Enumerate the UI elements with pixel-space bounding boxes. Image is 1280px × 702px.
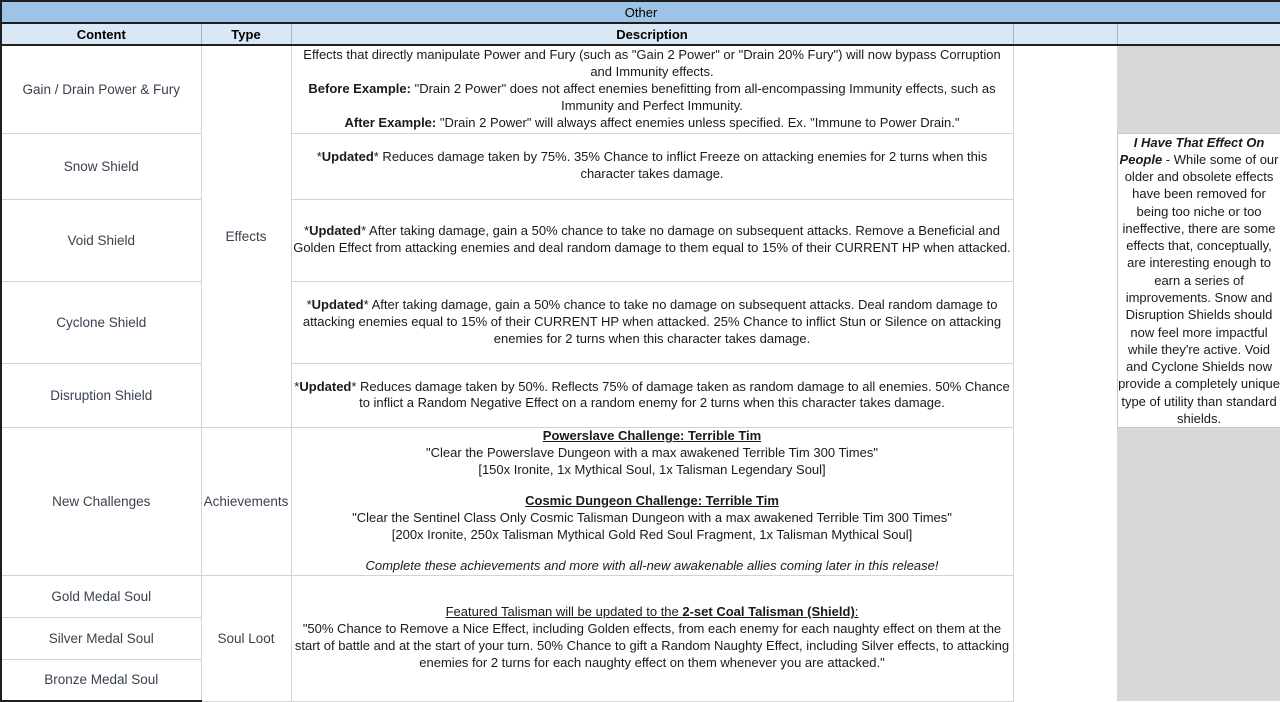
column-header-blank-2[interactable]: [1116, 23, 1280, 46]
row-description[interactable]: *Updated* Reduces damage taken by 75%. 3…: [290, 132, 1014, 200]
column-header-blank-1[interactable]: [1012, 23, 1118, 46]
title-row: Other: [0, 0, 1280, 24]
row-description[interactable]: Powerslave Challenge: Terrible Tim "Clea…: [290, 427, 1014, 576]
row-content-label[interactable]: Void Shield: [0, 198, 202, 282]
column-header-type[interactable]: Type: [200, 23, 292, 46]
spreadsheet-sheet: Other Content Type Description Gain / Dr…: [0, 0, 1280, 702]
desc-line: Effects that directly manipulate Power a…: [303, 47, 1001, 79]
desc-line: *Updated* Reduces damage taken by 75%. 3…: [316, 149, 988, 182]
desc-heading: Powerslave Challenge: Terrible Tim: [542, 428, 762, 444]
table-row: Gain / Drain Power & Fury Effects Effect…: [0, 44, 1280, 702]
row-content-label[interactable]: Snow Shield: [0, 132, 202, 200]
row-type-label[interactable]: Achievements: [200, 427, 292, 576]
desc-spacer: [292, 544, 1013, 558]
desc-line: Complete these achievements and more wit…: [365, 557, 939, 573]
gray-filler-bottom: [1117, 427, 1280, 702]
row-description[interactable]: *Updated* After taking damage, gain a 50…: [290, 198, 1014, 282]
desc-line: Before Example: "Drain 2 Power" does not…: [308, 80, 996, 113]
row-content-label[interactable]: Cyclone Shield: [0, 280, 202, 364]
column-header-description[interactable]: Description: [290, 23, 1014, 46]
gray-filler-top: [1117, 45, 1280, 133]
spacer-column: [1013, 45, 1117, 702]
desc-line: *Updated* After taking damage, gain a 50…: [302, 296, 1002, 346]
desc-line: *Updated* After taking damage, gain a 50…: [293, 223, 1011, 256]
note-body: While some of our older and obsolete eff…: [1118, 151, 1280, 426]
row-description[interactable]: *Updated* After taking damage, gain a 50…: [290, 280, 1014, 364]
desc-line: *Updated* Reduces damage taken by 50%. R…: [294, 378, 1010, 411]
row-content-label[interactable]: Disruption Shield: [0, 362, 202, 429]
section-title: Other: [0, 0, 1280, 24]
row-content-label[interactable]: Gold Medal Soul: [0, 574, 202, 618]
row-type-label[interactable]: Soul Loot: [200, 574, 292, 702]
desc-line: "50% Chance to Remove a Nice Effect, inc…: [294, 621, 1010, 670]
row-description[interactable]: Effects that directly manipulate Power a…: [290, 44, 1014, 134]
patch-notes-table: Other Content Type Description Gain / Dr…: [0, 0, 1280, 702]
designer-note[interactable]: I Have That Effect On People - While som…: [1116, 132, 1280, 429]
desc-heading: Cosmic Dungeon Challenge: Terrible Tim: [525, 492, 779, 508]
row-description[interactable]: Featured Talisman will be updated to the…: [290, 574, 1014, 702]
row-content-label[interactable]: Silver Medal Soul: [0, 616, 202, 660]
row-description[interactable]: *Updated* Reduces damage taken by 50%. R…: [290, 362, 1014, 429]
desc-line: [200x Ironite, 250x Talisman Mythical Go…: [391, 526, 913, 542]
note-separator: -: [1162, 151, 1174, 167]
desc-heading: Featured Talisman will be updated to the…: [445, 604, 859, 620]
row-content-label[interactable]: New Challenges: [0, 427, 202, 576]
header-row: Content Type Description: [0, 23, 1280, 46]
desc-line: "Clear the Powerslave Dungeon with a max…: [426, 445, 878, 461]
row-type-label[interactable]: Effects: [200, 44, 292, 429]
column-header-content[interactable]: Content: [0, 23, 202, 46]
desc-line: [150x Ironite, 1x Mythical Soul, 1x Tali…: [478, 462, 826, 478]
desc-line: After Example: "Drain 2 Power" will alwa…: [344, 114, 960, 130]
desc-spacer: [292, 479, 1013, 493]
desc-line: "Clear the Sentinel Class Only Cosmic Ta…: [352, 509, 952, 525]
row-content-label[interactable]: Bronze Medal Soul: [0, 658, 202, 702]
row-content-label[interactable]: Gain / Drain Power & Fury: [0, 44, 202, 134]
